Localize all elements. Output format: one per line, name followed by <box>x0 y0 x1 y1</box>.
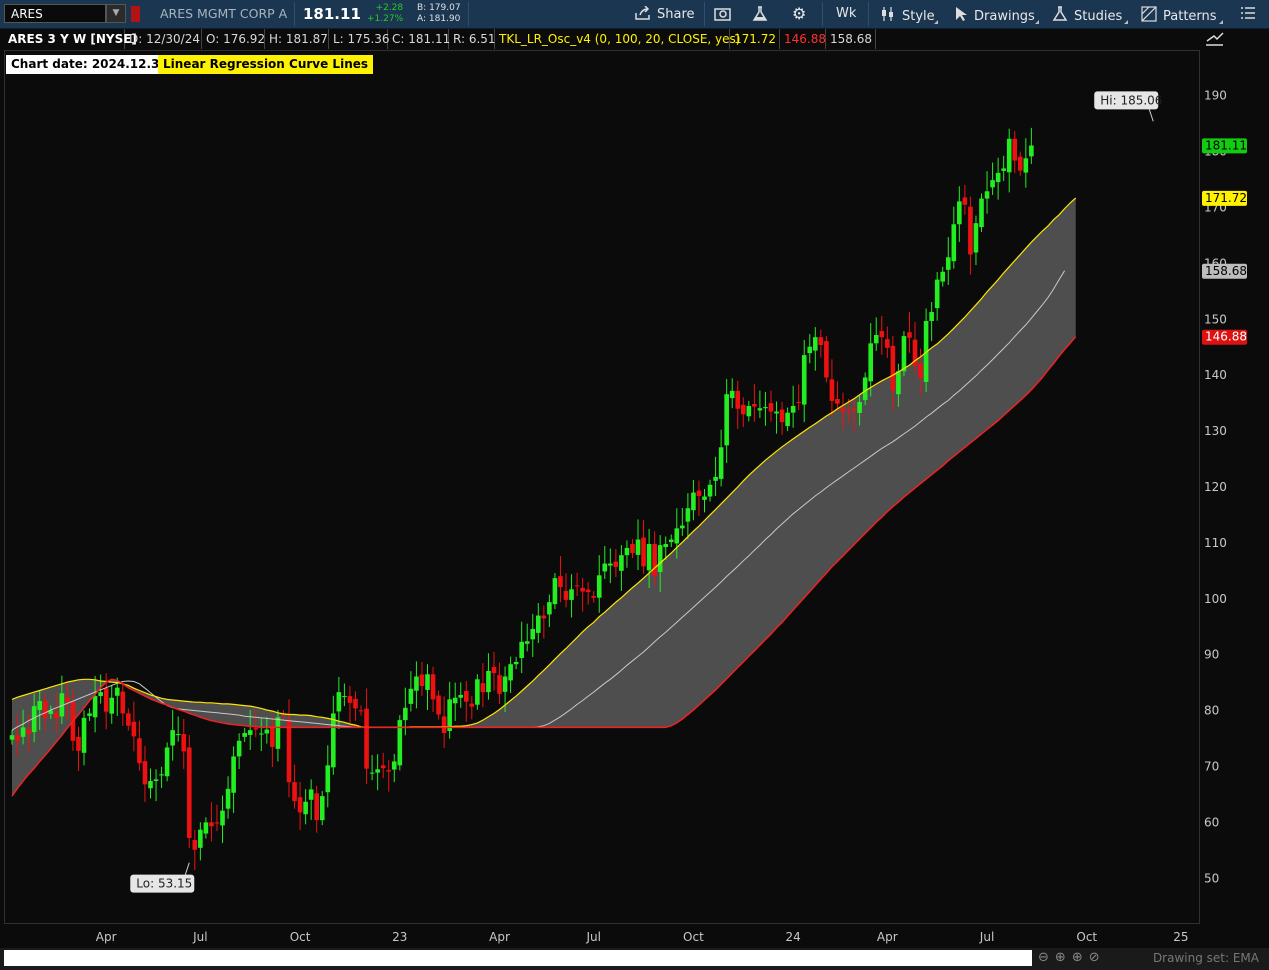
x-tick-label: Jul <box>979 930 994 944</box>
x-tick-label: Jul <box>192 930 207 944</box>
chart-date-tag: Chart date: 2024.12.30 <box>6 55 173 74</box>
y-tick-label: 150 <box>1204 312 1227 326</box>
zoom-out-icon[interactable]: ⊖ <box>1038 950 1055 965</box>
x-tick-label: Oct <box>290 930 311 944</box>
upper-band-badge: 171.72 <box>1205 191 1247 205</box>
x-tick-label: Oct <box>1076 930 1097 944</box>
drawing-set-label[interactable]: Drawing set: EMA <box>1153 951 1259 965</box>
y-tick-label: 110 <box>1204 536 1227 550</box>
x-tick-label: 25 <box>1173 930 1188 944</box>
zoom-in-icon[interactable]: ⊕ <box>1072 950 1089 965</box>
lower-band-badge: 146.88 <box>1205 330 1247 344</box>
x-tick-label: 24 <box>785 930 800 944</box>
x-tick-label: 23 <box>392 930 407 944</box>
mid-band-badge: 158.68 <box>1205 264 1247 278</box>
x-tick-label: Oct <box>683 930 704 944</box>
x-tick-label: Apr <box>489 930 510 944</box>
y-tick-label: 90 <box>1204 648 1219 662</box>
y-tick-label: 50 <box>1204 871 1219 885</box>
plot-area <box>4 50 1200 924</box>
last-price-badge: 181.11 <box>1205 138 1247 152</box>
x-tick-label: Jul <box>585 930 600 944</box>
link-icon[interactable]: ⊘ <box>1089 950 1106 965</box>
y-tick-label: 70 <box>1204 759 1219 773</box>
x-tick-label: Apr <box>96 930 117 944</box>
study-title-tag: Linear Regression Curve Lines <box>158 55 374 74</box>
y-tick-label: 100 <box>1204 592 1227 606</box>
x-tick-label: Apr <box>877 930 898 944</box>
horizontal-scrollbar[interactable] <box>4 950 1032 966</box>
bottom-bar: ⊖⊕⊕⊘ Drawing set: EMA <box>0 948 1269 970</box>
y-tick-label: 140 <box>1204 368 1227 382</box>
y-tick-label: 190 <box>1204 89 1227 103</box>
y-tick-label: 120 <box>1204 480 1227 494</box>
zoom-reset-icon[interactable]: ⊕ <box>1055 950 1072 965</box>
zoom-controls[interactable]: ⊖⊕⊕⊘ <box>1038 950 1106 965</box>
y-tick-label: 130 <box>1204 424 1227 438</box>
y-tick-label: 80 <box>1204 704 1219 718</box>
y-tick-label: 60 <box>1204 815 1219 829</box>
